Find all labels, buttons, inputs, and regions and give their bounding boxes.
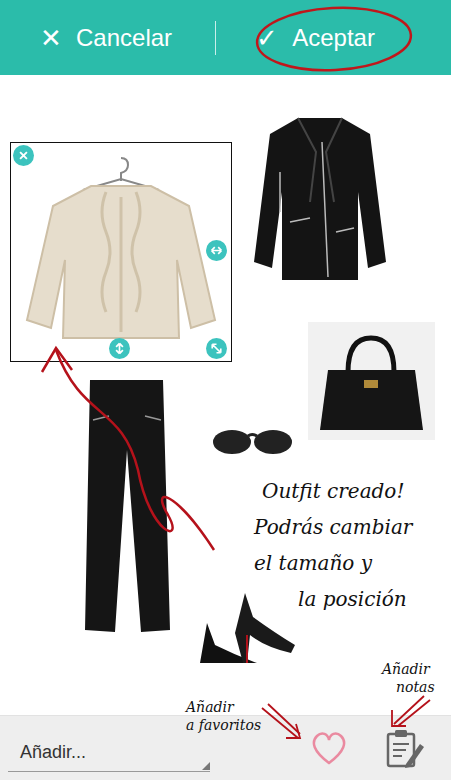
favorite-button[interactable] [309, 730, 349, 766]
clipboard-pencil-icon [384, 728, 426, 768]
jacket-item[interactable] [250, 112, 390, 287]
accept-button[interactable]: ✓ Aceptar [216, 18, 431, 58]
close-icon: ✕ [40, 25, 62, 51]
resize-diagonal-icon[interactable] [206, 338, 227, 359]
heels-picture [195, 583, 300, 668]
sunglasses-picture [210, 426, 295, 456]
cancel-button[interactable]: ✕ Cancelar [40, 18, 215, 58]
resize-horizontal-icon[interactable] [206, 240, 227, 261]
notes-button[interactable] [384, 728, 426, 768]
annotation-note: Outfit creado!Podrás cambiarel tamaño yl… [254, 473, 448, 617]
add-dropdown[interactable]: Añadir... [8, 734, 210, 772]
jacket-picture [250, 112, 390, 287]
pants-item[interactable] [75, 380, 175, 635]
bag-item[interactable] [308, 322, 435, 440]
outfit-canvas: Outfit creado!Podrás cambiarel tamaño yl… [0, 75, 451, 715]
heart-icon [309, 730, 349, 766]
check-icon: ✓ [256, 25, 278, 51]
sunglasses-item[interactable] [210, 426, 295, 456]
annotation-favorites: Añadira favoritos [186, 698, 261, 734]
sweater-item[interactable] [10, 142, 232, 362]
annotation-notes: Añadirnotas [382, 660, 435, 696]
remove-handle-icon[interactable] [13, 145, 34, 166]
toolbar: ✕ Cancelar ✓ Aceptar [0, 0, 451, 75]
dropdown-triangle-icon [202, 762, 210, 770]
sweater-picture [21, 149, 221, 355]
resize-vertical-icon[interactable] [109, 338, 130, 359]
pants-picture [75, 380, 175, 635]
outfit-editor: ✕ Cancelar ✓ Aceptar Outfit creado!Podrá… [0, 0, 451, 780]
heels-item[interactable] [195, 583, 300, 668]
bag-picture [308, 322, 435, 440]
